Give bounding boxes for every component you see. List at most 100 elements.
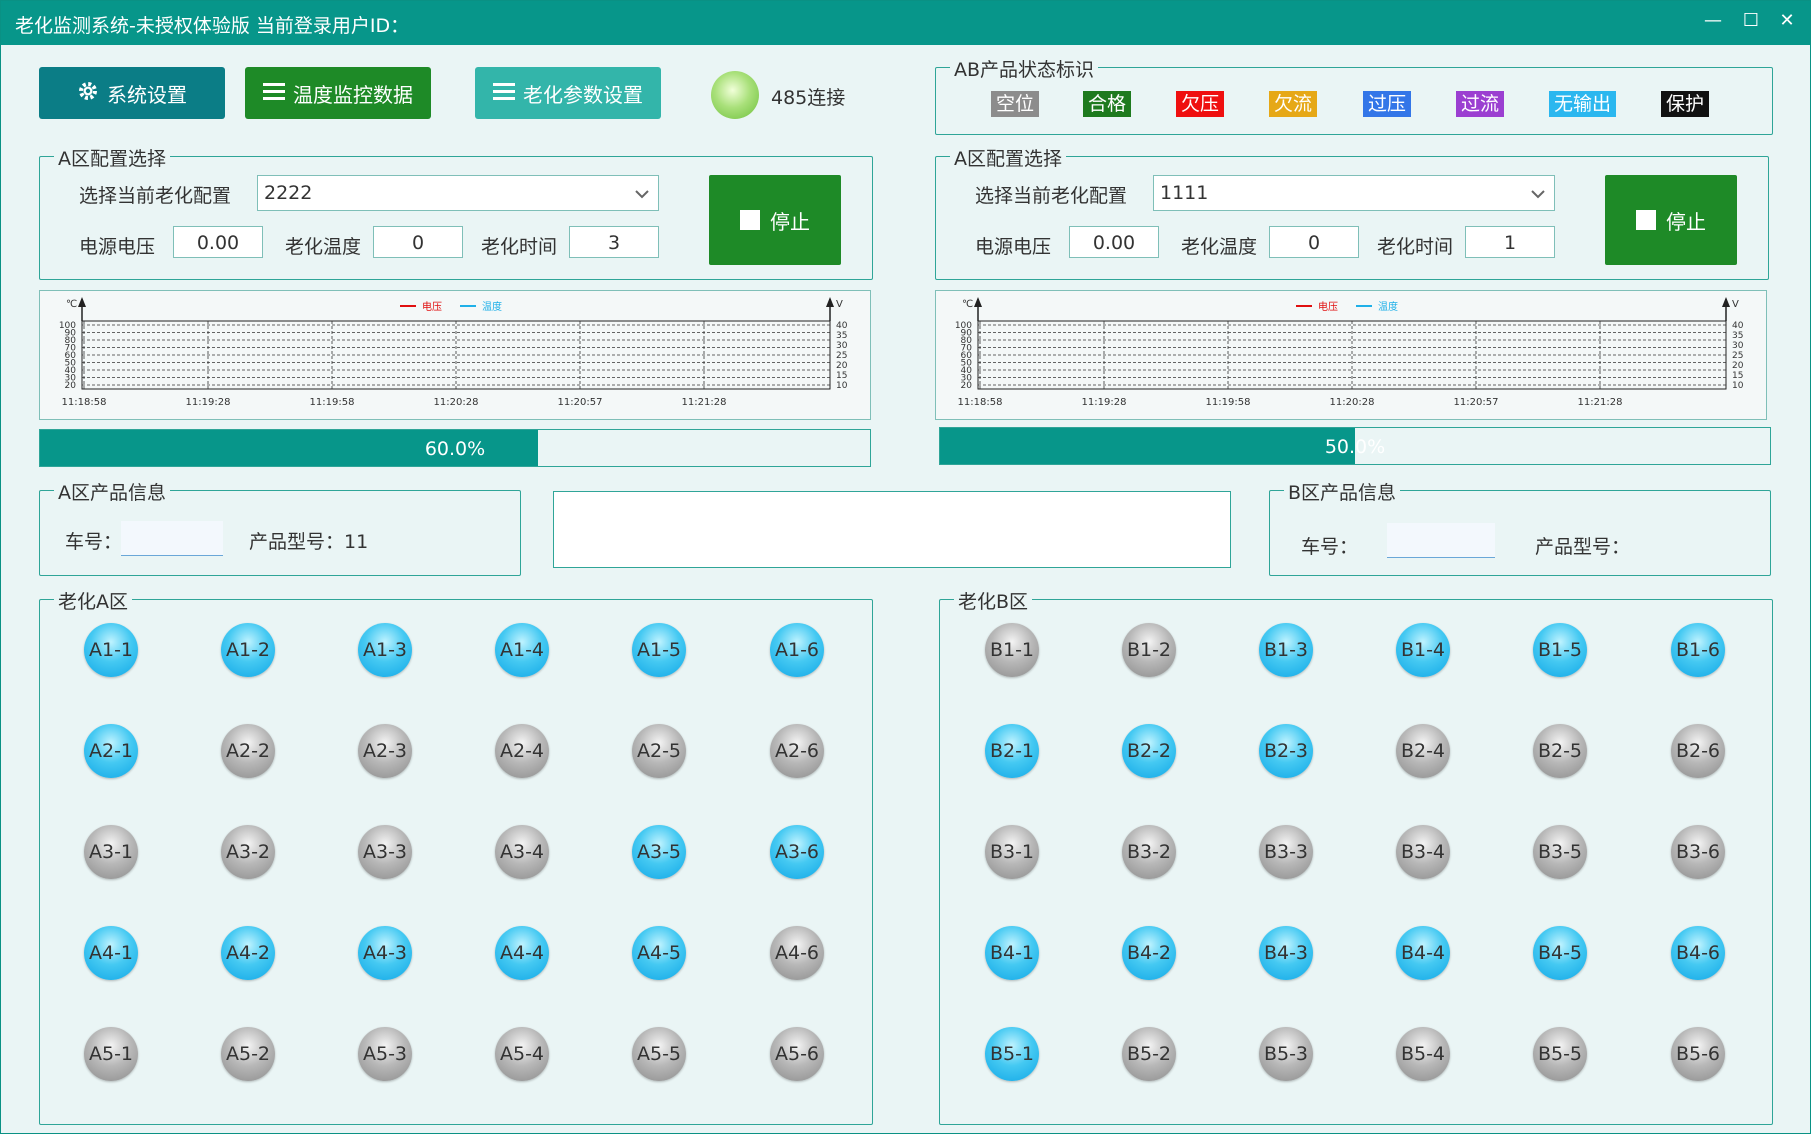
- zone-b-cell-b1-1[interactable]: B1-1: [985, 623, 1039, 677]
- zone-a-cell-a3-3[interactable]: A3-3: [358, 825, 412, 879]
- config-a-time-field[interactable]: 3: [569, 226, 659, 258]
- zone-b-cell-b1-4[interactable]: B1-4: [1396, 623, 1450, 677]
- zone-b-cell-b3-4[interactable]: B3-4: [1396, 825, 1450, 879]
- zone-b-cell-b2-2[interactable]: B2-2: [1122, 724, 1176, 778]
- legend-label: 电压: [1318, 300, 1338, 313]
- zone-a-cell-a3-2[interactable]: A3-2: [221, 825, 275, 879]
- zone-b-cell-b4-2[interactable]: B4-2: [1122, 926, 1176, 980]
- zone-b-cell-b3-2[interactable]: B3-2: [1122, 825, 1176, 879]
- zone-a-cell-a1-4[interactable]: A1-4: [495, 623, 549, 677]
- product-a-car-input[interactable]: [121, 521, 223, 556]
- zone-a-cell-a5-3[interactable]: A5-3: [358, 1027, 412, 1081]
- zone-a-cell-a1-6[interactable]: A1-6: [770, 623, 824, 677]
- minimize-button[interactable]: —: [1701, 9, 1725, 33]
- zone-b-cell-b2-5[interactable]: B2-5: [1533, 724, 1587, 778]
- zone-a-cell-a4-3[interactable]: A4-3: [358, 926, 412, 980]
- chart-b: 100 90 80 70 60 50 40 30 20 40 35 30 25 20 15 10 11:18:5…: [935, 290, 1767, 420]
- zone-b-cell-b3-5[interactable]: B3-5: [1533, 825, 1587, 879]
- zone-b-cell-b3-1[interactable]: B3-1: [985, 825, 1039, 879]
- system-settings-button[interactable]: 系统设置: [39, 67, 225, 119]
- zone-b-cell-b2-1[interactable]: B2-1: [985, 724, 1039, 778]
- zone-a-cell-a5-2[interactable]: A5-2: [221, 1027, 275, 1081]
- zone-b-cell-b4-1[interactable]: B4-1: [985, 926, 1039, 980]
- zone-b-cell-b1-2[interactable]: B1-2: [1122, 623, 1176, 677]
- zone-a-cell-a4-2[interactable]: A4-2: [221, 926, 275, 980]
- zone-a-cell-a5-5[interactable]: A5-5: [632, 1027, 686, 1081]
- zone-b-cell-b1-3[interactable]: B1-3: [1259, 623, 1313, 677]
- temperature-monitor-button[interactable]: 温度监控数据: [245, 67, 431, 119]
- y-right-tick: 15: [1732, 371, 1743, 381]
- zone-b-group: 老化B区: [939, 587, 1773, 1125]
- zone-a-cell-a3-1[interactable]: A3-1: [84, 825, 138, 879]
- zone-b-cell-b5-6[interactable]: B5-6: [1671, 1027, 1725, 1081]
- product-b-car-input[interactable]: [1387, 523, 1495, 558]
- zone-b-cell-b2-3[interactable]: B2-3: [1259, 724, 1313, 778]
- status-tag-pass: 合格: [1083, 91, 1132, 117]
- config-b-select[interactable]: 1111: [1153, 175, 1555, 211]
- zone-b-cell-b4-4[interactable]: B4-4: [1396, 926, 1450, 980]
- zone-b-cell-b5-3[interactable]: B5-3: [1259, 1027, 1313, 1081]
- legend-label: 电压: [422, 300, 442, 313]
- zone-b-cell-b5-2[interactable]: B5-2: [1122, 1027, 1176, 1081]
- zone-a-cell-a4-1[interactable]: A4-1: [84, 926, 138, 980]
- zone-a-cell-a2-4[interactable]: A2-4: [495, 724, 549, 778]
- status-tag-no-output: 无输出: [1549, 91, 1617, 117]
- title-bar: 老化监测系统-未授权体验版 当前登录用户ID： — ☐ ✕: [1, 1, 1810, 45]
- system-settings-label: 系统设置: [107, 82, 187, 107]
- status-legend-title: AB产品状态标识: [950, 55, 1099, 82]
- zone-b-cell-b5-1[interactable]: B5-1: [985, 1027, 1039, 1081]
- config-a-stop-button[interactable]: 停止: [709, 175, 841, 265]
- zone-a-cell-a3-4[interactable]: A3-4: [495, 825, 549, 879]
- connection-indicator-icon: [711, 71, 759, 119]
- zone-a-cell-a1-1[interactable]: A1-1: [84, 623, 138, 677]
- connection-label: 485连接: [771, 87, 846, 109]
- zone-a-cell-a5-4[interactable]: A5-4: [495, 1027, 549, 1081]
- zone-b-cell-b2-4[interactable]: B2-4: [1396, 724, 1450, 778]
- zone-a-cell-a3-6[interactable]: A3-6: [770, 825, 824, 879]
- zone-a-cell-a4-5[interactable]: A4-5: [632, 926, 686, 980]
- zone-b-cell-b4-3[interactable]: B4-3: [1259, 926, 1313, 980]
- config-a-select[interactable]: 2222: [257, 175, 659, 211]
- zone-b-cell-b2-6[interactable]: B2-6: [1671, 724, 1725, 778]
- config-a-temp-field[interactable]: 0: [373, 226, 463, 258]
- config-b-title: A区配置选择: [950, 144, 1066, 171]
- config-a-voltage-field[interactable]: 0.00: [173, 226, 263, 258]
- zone-b-cell-b1-6[interactable]: B1-6: [1671, 623, 1725, 677]
- zone-b-cell-b5-4[interactable]: B5-4: [1396, 1027, 1450, 1081]
- config-b-time-field[interactable]: 1: [1465, 226, 1555, 258]
- zone-a-cell-a4-4[interactable]: A4-4: [495, 926, 549, 980]
- zone-a-cell-a1-5[interactable]: A1-5: [632, 623, 686, 677]
- zone-b-cell-b3-3[interactable]: B3-3: [1259, 825, 1313, 879]
- arrow-up-icon: [826, 297, 834, 307]
- aging-params-button[interactable]: 老化参数设置: [475, 67, 661, 119]
- config-b-stop-button[interactable]: 停止: [1605, 175, 1737, 265]
- config-b-voltage-field[interactable]: 0.00: [1069, 226, 1159, 258]
- zone-a-cell-a2-2[interactable]: A2-2: [221, 724, 275, 778]
- zone-a-cell-a1-3[interactable]: A1-3: [358, 623, 412, 677]
- zone-a-cell-a2-5[interactable]: A2-5: [632, 724, 686, 778]
- zone-a-cell-a4-6[interactable]: A4-6: [770, 926, 824, 980]
- y-right-tick: 25: [836, 351, 847, 361]
- close-button[interactable]: ✕: [1775, 9, 1799, 33]
- window-title: 老化监测系统-未授权体验版 当前登录用户ID：: [15, 15, 410, 37]
- zone-a-cell-a2-1[interactable]: A2-1: [84, 724, 138, 778]
- config-b-temp-field[interactable]: 0: [1269, 226, 1359, 258]
- zone-b-title: 老化B区: [954, 587, 1033, 614]
- progress-b: 50.0%: [939, 427, 1771, 465]
- zone-b-cell-b3-6[interactable]: B3-6: [1671, 825, 1725, 879]
- zone-b-cell-b5-5[interactable]: B5-5: [1533, 1027, 1587, 1081]
- zone-a-cell-a2-3[interactable]: A2-3: [358, 724, 412, 778]
- zone-b-cell-b1-5[interactable]: B1-5: [1533, 623, 1587, 677]
- zone-b-cell-b4-5[interactable]: B4-5: [1533, 926, 1587, 980]
- zone-a-cell-a1-2[interactable]: A1-2: [221, 623, 275, 677]
- gear-icon: [77, 80, 99, 107]
- zone-b-cell-b4-6[interactable]: B4-6: [1671, 926, 1725, 980]
- zone-a-cell-a3-5[interactable]: A3-5: [632, 825, 686, 879]
- maximize-button[interactable]: ☐: [1739, 9, 1763, 33]
- message-textbox[interactable]: [553, 491, 1231, 568]
- config-b-time-label: 老化时间: [1377, 236, 1454, 258]
- x-tick: 11:20:28: [434, 397, 479, 408]
- zone-a-cell-a2-6[interactable]: A2-6: [770, 724, 824, 778]
- zone-a-cell-a5-1[interactable]: A5-1: [84, 1027, 138, 1081]
- zone-a-cell-a5-6[interactable]: A5-6: [770, 1027, 824, 1081]
